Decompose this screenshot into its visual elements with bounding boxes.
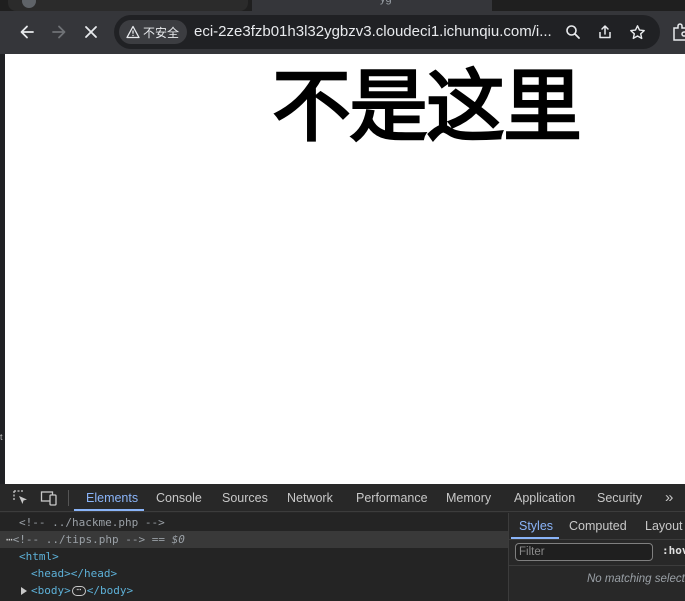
hov-toggle-button[interactable]: :hov xyxy=(662,544,685,557)
forward-button[interactable] xyxy=(45,18,73,46)
comment-text: <!-- ../tips.php --> xyxy=(12,533,146,546)
left-gutter: t xyxy=(0,54,5,484)
tab-application[interactable]: Application xyxy=(514,484,575,512)
styles-pane: Styles Computed Layout Filter :hov No ma… xyxy=(508,513,685,601)
puzzle-icon xyxy=(673,23,685,41)
dollar-zero-label: $0 xyxy=(171,533,185,546)
arrow-right-icon xyxy=(52,25,66,39)
address-bar[interactable]: 不安全 eci-2ze3fzb01h3l32ygbzv3.cloudeci1.i… xyxy=(114,15,660,49)
tab-console[interactable]: Console xyxy=(156,484,202,512)
dom-node-body[interactable]: <body> ⋯ </body> xyxy=(21,582,133,599)
tag-text: <body> xyxy=(31,584,71,597)
browser-toolbar: 不安全 eci-2ze3fzb01h3l32ygbzv3.cloudeci1.i… xyxy=(0,11,685,54)
tab-security[interactable]: Security xyxy=(597,484,642,512)
dom-node-head[interactable]: <head></head> xyxy=(31,565,117,582)
dom-node-comment-selected[interactable]: ⋯<!-- ../tips.php --> == $0 xyxy=(0,531,508,548)
tab-sources[interactable]: Sources xyxy=(222,484,268,512)
tag-text: </body> xyxy=(86,584,134,597)
search-icon xyxy=(566,25,580,39)
share-icon xyxy=(599,25,611,39)
close-icon xyxy=(85,26,97,38)
tabbar-separator xyxy=(68,490,69,506)
tab-inactive[interactable] xyxy=(8,0,248,11)
page-headline: 不是这里 xyxy=(272,61,582,153)
tab-elements[interactable]: Elements xyxy=(86,484,138,512)
stop-loading-button[interactable] xyxy=(77,18,105,46)
tab-strip: yg xyxy=(0,0,685,11)
arrow-left-icon xyxy=(20,25,34,39)
security-indicator[interactable]: 不安全 xyxy=(119,20,187,44)
elements-tree: <!-- ../hackme.php --> ⋯<!-- ../tips.php… xyxy=(0,513,508,601)
page-viewport: t 不是这里 xyxy=(0,54,685,484)
inspect-element-icon[interactable] xyxy=(12,489,30,507)
node-actions-icon[interactable]: ⋯ xyxy=(0,533,13,546)
tab-memory[interactable]: Memory xyxy=(446,484,491,512)
tab-network[interactable]: Network xyxy=(287,484,333,512)
more-tabs-button[interactable]: » xyxy=(665,489,673,506)
collapsed-children-icon[interactable]: ⋯ xyxy=(71,586,86,596)
styles-divider xyxy=(509,565,685,566)
extensions-button[interactable] xyxy=(670,21,685,43)
star-icon xyxy=(629,24,645,39)
tag-text: <head></head> xyxy=(31,567,118,580)
comment-text: <!-- ../hackme.php --> xyxy=(19,516,165,529)
browser-window: yg 不安全 eci-2ze3fzb01h3l32ygbzv3.cloudeci… xyxy=(0,0,685,601)
active-subtab-indicator xyxy=(511,537,559,539)
dom-node-comment[interactable]: <!-- ../hackme.php --> xyxy=(19,514,165,531)
expand-triangle-icon[interactable] xyxy=(21,587,27,595)
tab-performance[interactable]: Performance xyxy=(356,484,428,512)
active-tab-indicator xyxy=(74,509,144,511)
share-button[interactable] xyxy=(595,22,615,42)
tab-layout[interactable]: Layout xyxy=(645,513,683,540)
styles-filter-input[interactable]: Filter xyxy=(515,543,653,561)
device-toolbar-icon[interactable] xyxy=(40,489,58,507)
url-text[interactable]: eci-2ze3fzb01h3l32ygbzv3.cloudeci1.ichun… xyxy=(194,23,556,40)
empty-state-text: No matching selector xyxy=(587,573,685,585)
warning-triangle-icon xyxy=(126,25,140,39)
styles-tabbar: Styles Computed Layout xyxy=(509,513,685,540)
tab-computed[interactable]: Computed xyxy=(569,513,627,540)
eq-text: == xyxy=(145,533,172,546)
tab-title: yg xyxy=(380,0,410,5)
bookmark-button[interactable] xyxy=(627,22,647,42)
tab-styles[interactable]: Styles xyxy=(519,513,553,540)
devtools-tabbar: Elements Console Sources Network Perform… xyxy=(0,484,685,512)
back-button[interactable] xyxy=(13,18,41,46)
zoom-search-button[interactable] xyxy=(563,22,583,42)
tab-active[interactable] xyxy=(252,0,492,11)
devtools-panel: Elements Console Sources Network Perform… xyxy=(0,484,685,601)
gutter-text: t xyxy=(0,432,3,442)
dom-node-html[interactable]: <html> xyxy=(19,548,59,565)
tag-text: <html> xyxy=(19,550,59,563)
security-label: 不安全 xyxy=(143,25,180,40)
